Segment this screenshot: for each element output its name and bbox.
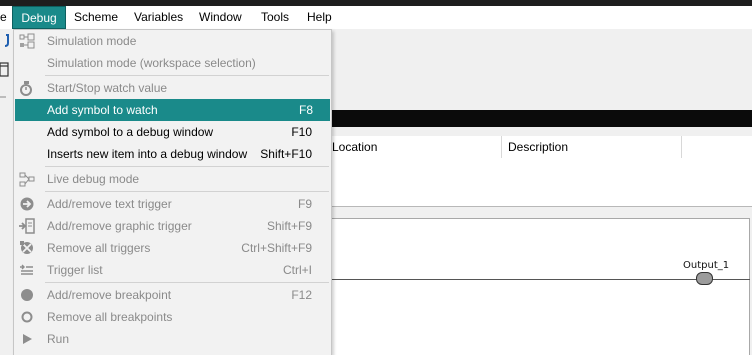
menu-separator [45,75,329,76]
menu-item-label: Remove all triggers [47,241,151,255]
column-header-location[interactable]: Location [332,136,377,158]
menu-bar: e Debug Scheme Variables Window Tools He… [0,6,752,29]
menu-item-label: Add/remove text trigger [47,197,172,211]
run-icon [23,334,32,344]
menu-item-label: Add/remove breakpoint [47,288,172,302]
remove-triggers-icon [20,241,33,254]
remove-breakpoints-icon [21,311,33,323]
menu-item-label: Run [47,332,70,346]
menu-item-run[interactable]: Run [14,328,331,350]
menu-item-label: Add/remove graphic trigger [47,219,192,233]
menu-window[interactable]: Window [199,6,242,29]
menu-item-add-symbol-to-debug-window[interactable]: Add symbol to a debug window F10 [14,121,331,143]
live-debug-icon [19,172,35,187]
menu-edit[interactable]: e [0,6,7,29]
menu-item-label: Inserts new item into a debug window [47,147,248,161]
menu-item-label: Remove all breakpoints [47,310,173,324]
menu-item-shortcut: Shift+F10 [260,147,312,161]
column-separator [501,136,502,158]
column-separator [681,136,682,158]
menu-item-label: Trigger list [47,263,103,277]
menu-debug[interactable]: Debug [12,6,66,29]
toolbar-fragments [0,34,9,98]
menu-item-simulation-mode-workspace[interactable]: Simulation mode (workspace selection) [14,52,331,74]
menu-separator [45,166,329,167]
menu-item-shortcut: F12 [291,288,312,302]
menu-separator [45,191,329,192]
panel-header-bar [332,110,752,127]
menu-item-trigger-list[interactable]: Trigger list Ctrl+I [14,259,331,281]
menu-item-shortcut: F10 [291,125,312,139]
menu-scheme[interactable]: Scheme [74,6,118,29]
scheme-canvas[interactable] [332,218,750,355]
breakpoint-icon [21,289,33,301]
menu-tools[interactable]: Tools [261,6,289,29]
menu-item-label: Add symbol to watch [47,103,158,117]
menu-item-live-debug-mode[interactable]: Live debug mode [14,168,331,190]
left-toolbar-strip [0,29,14,355]
menu-item-shortcut: F8 [298,103,313,117]
menu-item-label: Start/Stop watch value [47,81,168,95]
menu-item-label: Add symbol to a debug window [47,125,214,139]
output-pin-icon[interactable] [696,272,713,285]
menu-item-insert-into-debug-window[interactable]: Inserts new item into a debug window Shi… [14,143,331,165]
menu-item-label: Live debug mode [47,172,140,186]
menu-item-add-symbol-to-watch[interactable]: Add symbol to watch F8 [15,99,330,121]
menu-item-remove-all-triggers[interactable]: Remove all triggers Ctrl+Shift+F9 [14,237,331,259]
menu-item-label: Simulation mode [47,34,137,48]
menu-item-graphic-trigger[interactable]: Add/remove graphic trigger Shift+F9 [14,215,331,237]
menu-item-simulation-mode[interactable]: Simulation mode [14,30,331,52]
column-header-description[interactable]: Description [508,136,568,158]
menu-item-start-stop-watch[interactable]: Start/Stop watch value [14,77,331,99]
menu-item-label: Simulation mode (workspace selection) [47,56,256,70]
menu-help[interactable]: Help [307,6,332,29]
menu-separator [45,282,329,283]
debug-menu: Simulation mode Simulation mode (workspa… [13,29,332,355]
graphic-trigger-icon [19,218,35,234]
simulation-mode-icon [19,33,35,49]
text-trigger-icon [20,197,34,211]
menu-item-remove-all-breakpoints[interactable]: Remove all breakpoints [14,306,331,328]
menu-variables[interactable]: Variables [134,6,183,29]
trigger-list-icon [20,264,33,275]
signal-wire[interactable] [332,279,750,280]
menu-item-shortcut: Shift+F9 [266,219,312,233]
menu-item-text-trigger[interactable]: Add/remove text trigger F9 [14,193,331,215]
menu-item-shortcut: F9 [297,197,312,211]
watch-value-icon [20,81,32,96]
menu-item-breakpoint[interactable]: Add/remove breakpoint F12 [14,284,331,306]
output-label: Output_1 [683,260,730,271]
menu-item-shortcut: Ctrl+I [282,263,312,277]
menu-item-shortcut: Ctrl+Shift+F9 [241,241,312,255]
panel-splitter[interactable] [332,206,752,218]
